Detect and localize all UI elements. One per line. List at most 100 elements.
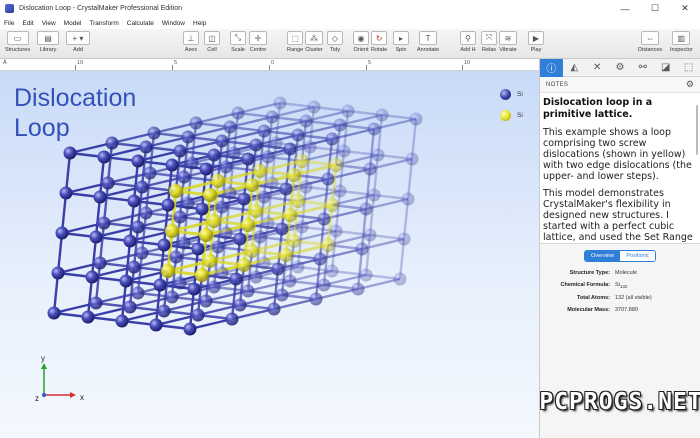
si-atom-yellow[interactable] [203,188,217,202]
si-atom-yellow[interactable] [325,198,339,212]
si-atom-blue[interactable] [375,108,389,122]
si-atom-yellow[interactable] [287,168,301,182]
si-atom-blue[interactable] [333,118,347,132]
si-atom-blue[interactable] [249,138,263,152]
si-atom-blue[interactable] [359,202,373,216]
si-atom-blue[interactable] [299,114,313,128]
si-atom-blue[interactable] [291,128,305,142]
si-atom-yellow[interactable] [287,234,301,248]
si-atom-blue[interactable] [409,112,423,126]
si-atom-blue[interactable] [51,266,65,280]
crystal-icon[interactable]: ◭ [563,59,586,77]
si-atom-yellow[interactable] [279,248,293,262]
si-atom-blue[interactable] [405,152,419,166]
si-atom-yellow[interactable] [203,254,217,268]
si-atom-yellow[interactable] [195,268,209,282]
si-atom-blue[interactable] [207,280,221,294]
si-atom-blue[interactable] [283,274,297,288]
menu-file[interactable]: File [4,20,14,27]
si-atom-blue[interactable] [317,278,331,292]
si-atom-blue[interactable] [351,282,365,296]
legend-item-si-yellow[interactable]: Si [500,110,523,121]
menu-calculate[interactable]: Calculate [127,20,154,27]
si-atom-blue[interactable] [367,188,381,202]
bonds-icon[interactable]: ⚯ [631,59,654,77]
si-atom-blue[interactable] [173,210,187,224]
menu-help[interactable]: Help [193,20,206,27]
si-atom-blue[interactable] [341,104,355,118]
si-atom-yellow[interactable] [253,164,267,178]
si-atom-blue[interactable] [211,240,225,254]
notes-scrollbar[interactable] [696,105,698,155]
si-atom-blue[interactable] [127,260,141,274]
si-atom-blue[interactable] [93,256,107,270]
si-atom-blue[interactable] [169,250,183,264]
menu-transform[interactable]: Transform [89,20,118,27]
relax-button[interactable]: ⤧ Relax [481,31,497,53]
axes-button[interactable]: ⊥ Axes [183,31,199,53]
si-atom-blue[interactable] [393,272,407,286]
si-atom-blue[interactable] [267,302,281,316]
si-atom-blue[interactable] [97,150,111,164]
tools-icon[interactable]: ✕ [586,59,609,77]
si-atom-blue[interactable] [397,232,411,246]
si-atom-blue[interactable] [321,172,335,186]
si-atom-blue[interactable] [215,134,229,148]
si-atom-blue[interactable] [81,310,95,324]
si-atom-blue[interactable] [231,106,245,120]
si-atom-blue[interactable] [173,276,187,290]
minimize-button[interactable]: — [610,0,640,17]
si-atom-blue[interactable] [55,226,69,240]
si-atom-yellow[interactable] [245,244,259,258]
si-atom-blue[interactable] [189,116,203,130]
si-atom-blue[interactable] [253,230,267,244]
si-atom-blue[interactable] [223,120,237,134]
menu-window[interactable]: Window [162,20,185,27]
centre-button[interactable]: ✛ Centre [249,31,267,53]
si-atom-blue[interactable] [215,266,229,280]
si-atom-blue[interactable] [199,294,213,308]
cell-button[interactable]: ◫ Cell [204,31,220,53]
si-atom-blue[interactable] [325,132,339,146]
si-atom-yellow[interactable] [211,174,225,188]
menu-view[interactable]: View [42,20,56,27]
si-atom-blue[interactable] [195,202,209,216]
range-button[interactable]: ⬚ Range [287,31,303,53]
si-atom-blue[interactable] [131,220,145,234]
si-atom-blue[interactable] [181,196,195,210]
si-atom-blue[interactable] [139,206,153,220]
si-atom-blue[interactable] [89,296,103,310]
si-atom-yellow[interactable] [165,224,179,238]
si-atom-blue[interactable] [337,144,351,158]
si-atom-blue[interactable] [177,236,191,250]
add-h-button[interactable]: ⚲ Add H [460,31,476,53]
scale-button[interactable]: ⤡ Scale [230,31,246,53]
si-atom-blue[interactable] [229,272,243,286]
si-atom-blue[interactable] [265,110,279,124]
si-atom-blue[interactable] [127,194,141,208]
menu-model[interactable]: Model [64,20,82,27]
si-atom-blue[interactable] [233,298,247,312]
si-atom-blue[interactable] [207,148,221,162]
si-atom-yellow[interactable] [199,228,213,242]
si-atom-blue[interactable] [165,158,179,172]
si-atom-blue[interactable] [177,170,191,184]
menu-edit[interactable]: Edit [22,20,33,27]
si-atom-blue[interactable] [237,192,251,206]
si-atom-blue[interactable] [223,186,237,200]
si-atom-blue[interactable] [371,148,385,162]
notes-text-area[interactable]: Dislocation loop in a primitive lattice.… [540,93,700,243]
si-atom-blue[interactable] [325,264,339,278]
annotate-button[interactable]: T Annotate [417,31,439,53]
settings-icon[interactable]: ⚙ [609,59,632,77]
si-atom-blue[interactable] [191,242,205,256]
si-atom-blue[interactable] [161,198,175,212]
si-atom-blue[interactable] [143,166,157,180]
si-atom-blue[interactable] [115,314,129,328]
si-atom-blue[interactable] [183,322,197,336]
si-atom-blue[interactable] [149,318,163,332]
si-atom-blue[interactable] [219,226,233,240]
si-atom-blue[interactable] [275,288,289,302]
si-atom-yellow[interactable] [291,194,305,208]
si-atom-blue[interactable] [153,278,167,292]
